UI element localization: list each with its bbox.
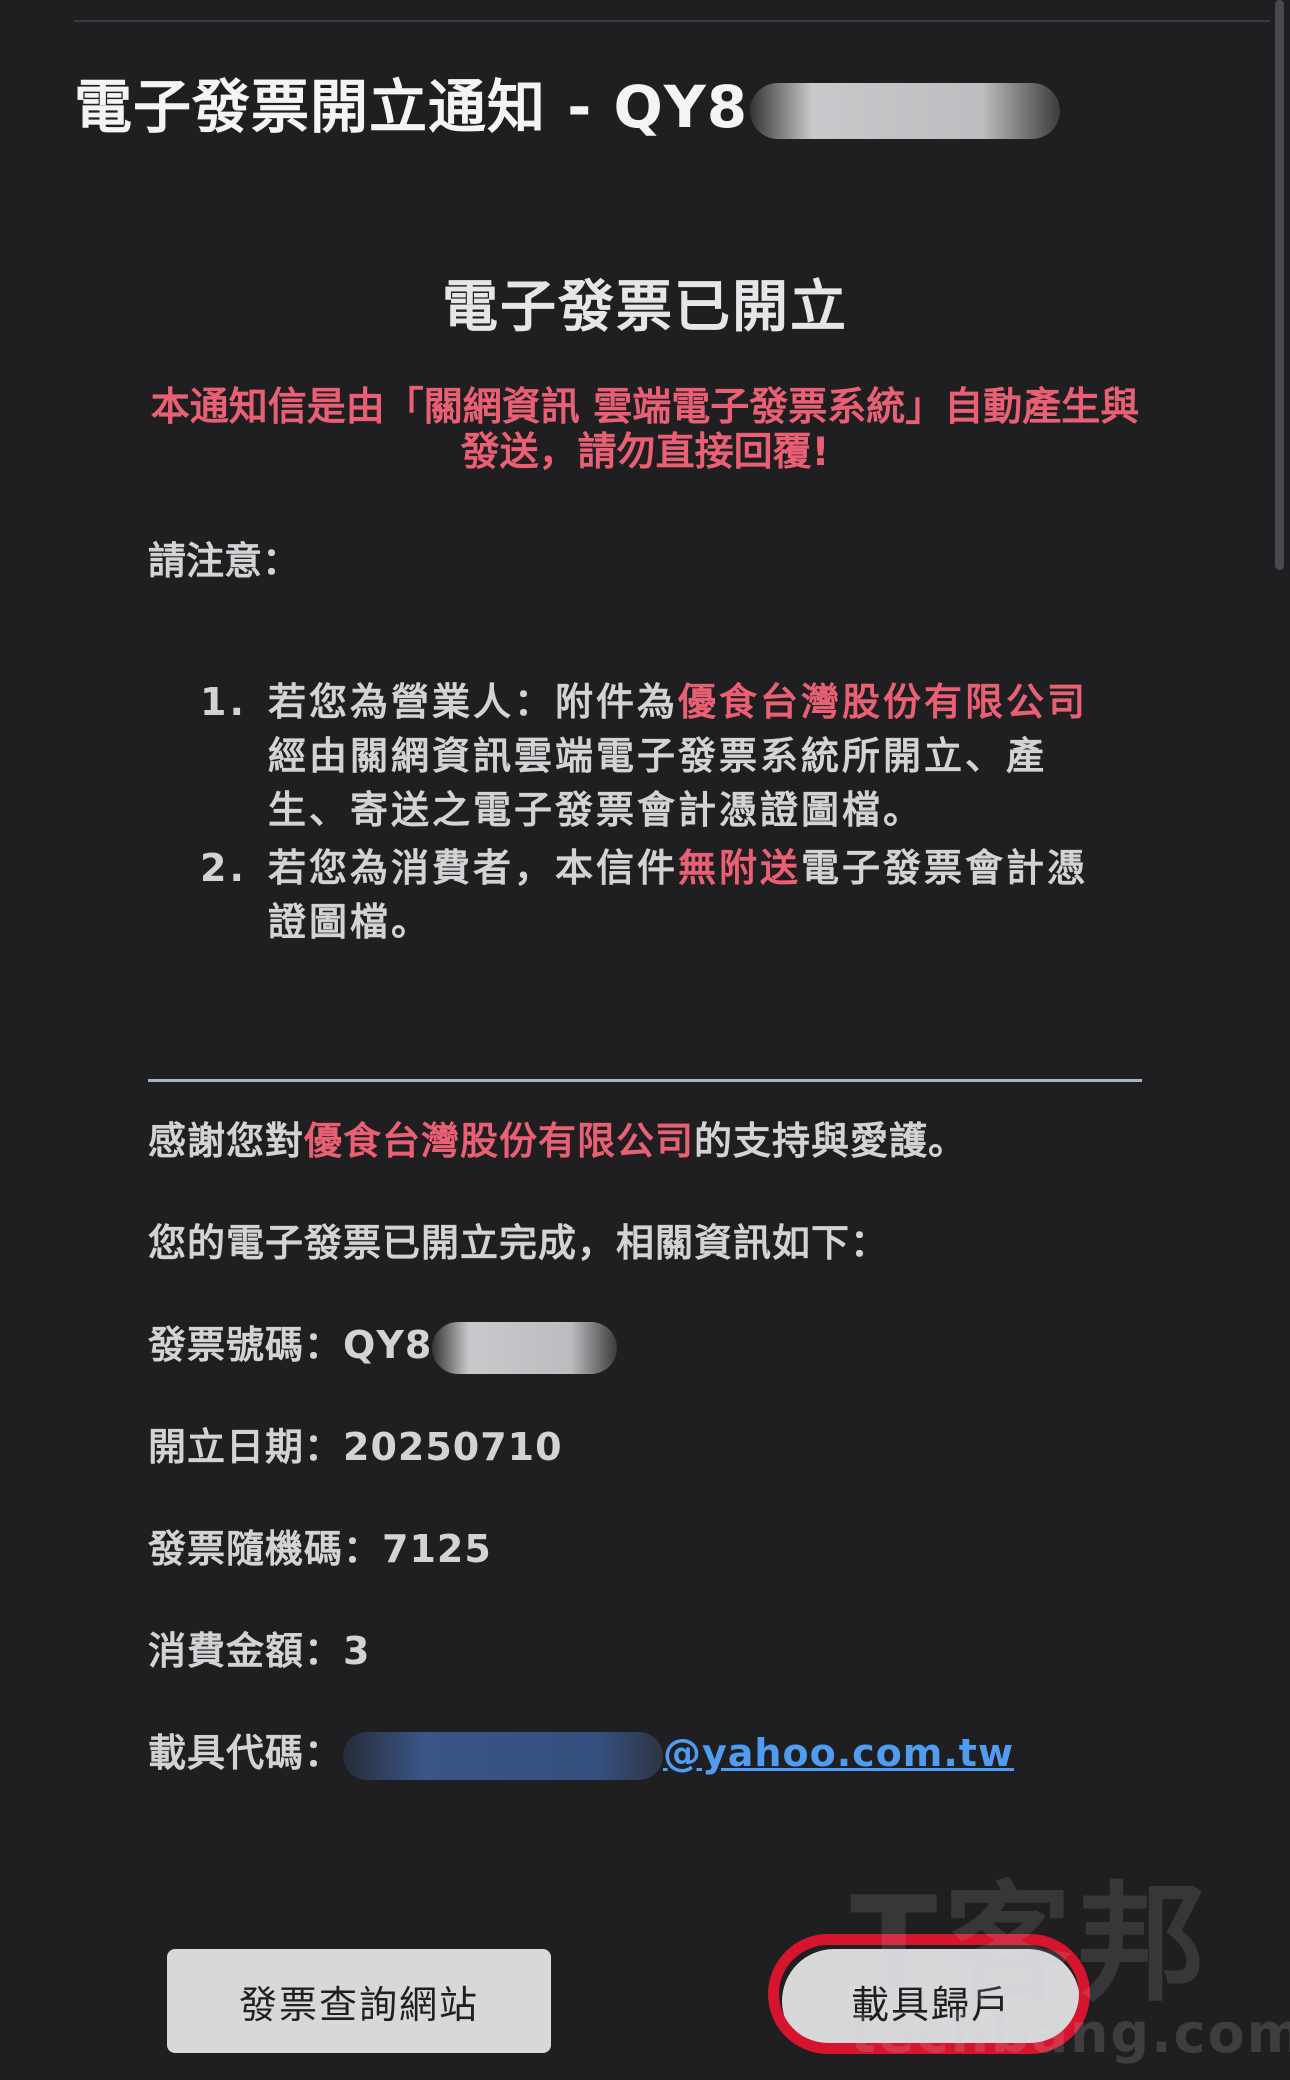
amount-label: 消費金額： xyxy=(148,1629,344,1673)
amount-value: 3 xyxy=(343,1629,371,1673)
random-code-label: 發票隨機碼： xyxy=(148,1527,383,1571)
intro-line: 您的電子發票已開立完成，相關資訊如下： xyxy=(148,1221,890,1265)
invoice-number-value: QY8 xyxy=(343,1323,433,1367)
note-text: 經由關網資訊雲端電子發票系統所開立、產生、寄送之電子發票會計憑證圖檔。 xyxy=(268,734,1048,832)
note-item: 2. 若您為消費者，本信件無附送電子發票會計憑證圖檔。 xyxy=(200,841,1120,949)
redacted-invoice-number xyxy=(750,82,1061,139)
thanks-line: 感謝您對優食台灣股份有限公司的支持與愛護。 xyxy=(148,1110,967,1165)
top-divider xyxy=(74,20,1270,22)
section-divider xyxy=(148,1079,1142,1082)
issue-date-value: 20250710 xyxy=(343,1425,563,1469)
invoice-query-button[interactable]: 發票查詢網站 xyxy=(167,1949,551,2053)
note-text: 若您為營業人：附件為 xyxy=(268,680,679,724)
thanks-prefix: 感謝您對 xyxy=(148,1119,305,1163)
notes-list: 1. 若您為營業人：附件為優食台灣股份有限公司經由關網資訊雲端電子發票系統所開立… xyxy=(200,675,1120,953)
note-number: 2. xyxy=(200,846,247,890)
random-code-line: 發票隨機碼：7125 xyxy=(148,1518,492,1573)
company-name: 優食台灣股份有限公司 xyxy=(304,1119,695,1163)
issue-date-label: 開立日期： xyxy=(148,1425,344,1469)
carrier-link-button[interactable]: 載具歸戶 xyxy=(782,1949,1080,2053)
email-heading: 電子發票已開立 xyxy=(442,275,848,340)
email-subject-text: 電子發票開立通知 - QY8 xyxy=(74,73,749,141)
note-item: 1. 若您為營業人：附件為優食台灣股份有限公司經由關網資訊雲端電子發票系統所開立… xyxy=(200,675,1120,837)
note-number: 1. xyxy=(200,680,247,724)
random-code-value: 7125 xyxy=(382,1527,492,1571)
attention-label: 請注意： xyxy=(148,539,301,583)
thanks-suffix: 的支持與愛護。 xyxy=(694,1119,968,1163)
redacted-invoice-number xyxy=(432,1321,618,1374)
invoice-number-line: 發票號碼：QY8 xyxy=(148,1314,618,1374)
redacted-carrier-email xyxy=(343,1731,664,1780)
note-text: 若您為消費者，本信件 xyxy=(268,846,679,890)
invoice-number-label: 發票號碼： xyxy=(148,1323,344,1367)
email-subject: 電子發票開立通知 - QY8 xyxy=(74,60,1061,144)
amount-line: 消費金額：3 xyxy=(148,1620,370,1675)
issue-date-line: 開立日期：20250710 xyxy=(148,1416,563,1471)
note-highlight: 優食台灣股份有限公司 xyxy=(678,680,1089,724)
auto-notice: 本通知信是由「關網資訊 雲端電子發票系統」自動產生與發送，請勿直接回覆! xyxy=(150,385,1140,475)
carrier-label: 載具代碼： xyxy=(148,1731,344,1775)
note-highlight: 無附送 xyxy=(678,846,802,890)
carrier-line: 載具代碼： @yahoo.com.tw xyxy=(148,1722,1014,1780)
carrier-email-link[interactable]: @yahoo.com.tw xyxy=(663,1731,1014,1775)
